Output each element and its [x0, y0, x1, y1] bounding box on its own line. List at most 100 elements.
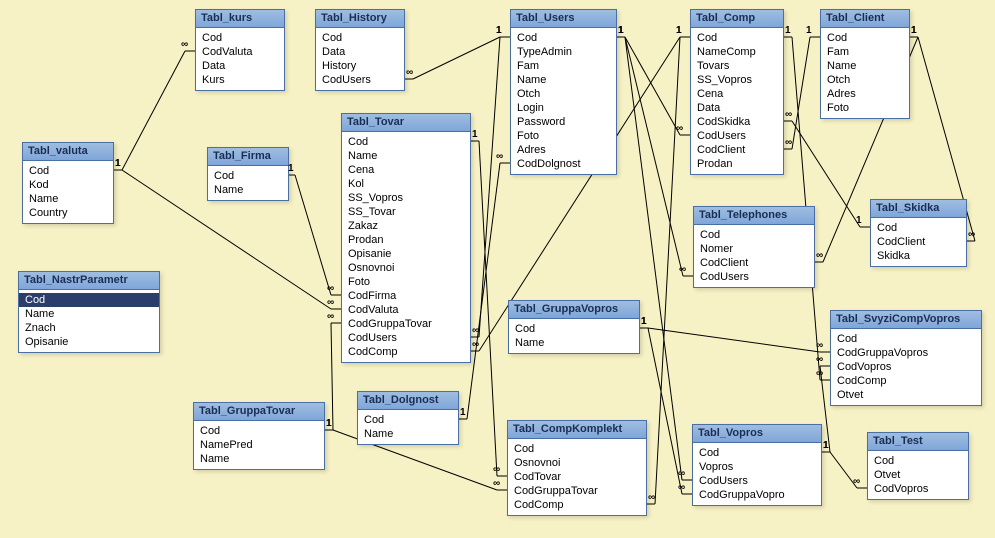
field[interactable]: Name: [23, 192, 113, 206]
field[interactable]: CodUsers: [693, 474, 821, 488]
field[interactable]: Kol: [342, 177, 470, 191]
field[interactable]: Name: [821, 59, 909, 73]
field[interactable]: Fam: [511, 59, 616, 73]
field[interactable]: CodClient: [691, 143, 783, 157]
field[interactable]: CodFirma: [342, 289, 470, 303]
field[interactable]: CodUsers: [316, 73, 404, 87]
field[interactable]: Osnovnoi: [342, 261, 470, 275]
field[interactable]: Name: [19, 307, 159, 321]
field[interactable]: Cod: [691, 31, 783, 45]
field[interactable]: Cod: [358, 413, 458, 427]
field[interactable]: CodVopros: [868, 482, 968, 496]
field[interactable]: CodGruppaVopro: [693, 488, 821, 502]
field[interactable]: CodGruppaTovar: [508, 484, 646, 498]
field[interactable]: CodValuta: [196, 45, 284, 59]
table-title[interactable]: Tabl_SvyziCompVopros: [831, 311, 981, 329]
field[interactable]: CodComp: [342, 345, 470, 359]
field[interactable]: Otch: [511, 87, 616, 101]
field[interactable]: Cod: [693, 446, 821, 460]
field[interactable]: Nomer: [694, 242, 814, 256]
field[interactable]: NameComp: [691, 45, 783, 59]
field[interactable]: CodTovar: [508, 470, 646, 484]
field[interactable]: Data: [691, 101, 783, 115]
field[interactable]: Otvet: [868, 468, 968, 482]
table-title[interactable]: Tabl_Vopros: [693, 425, 821, 443]
table-users[interactable]: Tabl_UsersCodTypeAdminFamNameOtchLoginPa…: [510, 9, 617, 175]
field[interactable]: Prodan: [691, 157, 783, 171]
field[interactable]: Cod: [194, 424, 324, 438]
field[interactable]: History: [316, 59, 404, 73]
table-title[interactable]: Tabl_Dolgnost: [358, 392, 458, 410]
field[interactable]: Otvet: [831, 388, 981, 402]
field[interactable]: Vopros: [693, 460, 821, 474]
table-title[interactable]: Tabl_GruppaTovar: [194, 403, 324, 421]
field[interactable]: Adres: [821, 87, 909, 101]
field[interactable]: Cod: [694, 228, 814, 242]
field[interactable]: NamePred: [194, 438, 324, 452]
table-title[interactable]: Tabl_Skidka: [871, 200, 966, 218]
field[interactable]: Name: [358, 427, 458, 441]
table-gruppatovar[interactable]: Tabl_GruppaTovar CodNamePredName: [193, 402, 325, 470]
field[interactable]: CodGruppaVopros: [831, 346, 981, 360]
field[interactable]: Foto: [821, 101, 909, 115]
field[interactable]: Cod: [868, 454, 968, 468]
table-title[interactable]: Tabl_Test: [868, 433, 968, 451]
field[interactable]: Login: [511, 101, 616, 115]
field[interactable]: CodUsers: [691, 129, 783, 143]
field[interactable]: Kurs: [196, 73, 284, 87]
table-title[interactable]: Tabl_Users: [511, 10, 616, 28]
table-gruppavopros[interactable]: Tabl_GruppaVoprosCodName: [508, 300, 640, 354]
field[interactable]: Cod: [19, 293, 159, 307]
table-skidka[interactable]: Tabl_SkidkaCodCodClientSkidka: [870, 199, 967, 267]
field[interactable]: Foto: [511, 129, 616, 143]
table-title[interactable]: Tabl_valuta: [23, 143, 113, 161]
field[interactable]: Znach: [19, 321, 159, 335]
table-title[interactable]: Tabl_CompKomplekt: [508, 421, 646, 439]
field[interactable]: Fam: [821, 45, 909, 59]
field[interactable]: Name: [194, 452, 324, 466]
table-telephones[interactable]: Tabl_TelephonesCodNomerCodClientCodUsers: [693, 206, 815, 288]
table-title[interactable]: Tabl_GruppaVopros: [509, 301, 639, 319]
field[interactable]: Opisanie: [19, 335, 159, 349]
field[interactable]: Cod: [23, 164, 113, 178]
table-nastr[interactable]: Tabl_NastrParametr CodNameZnachOpisanie: [18, 271, 160, 353]
field[interactable]: CodGruppaTovar: [342, 317, 470, 331]
field[interactable]: Name: [342, 149, 470, 163]
field[interactable]: Skidka: [871, 249, 966, 263]
table-title[interactable]: Tabl_Telephones: [694, 207, 814, 225]
field[interactable]: Kod: [23, 178, 113, 192]
table-valuta[interactable]: Tabl_valuta CodKodNameCountry: [22, 142, 114, 224]
field[interactable]: Otch: [821, 73, 909, 87]
field[interactable]: CodUsers: [694, 270, 814, 284]
table-title[interactable]: Tabl_Client: [821, 10, 909, 28]
field[interactable]: Cod: [508, 442, 646, 456]
field[interactable]: Cod: [821, 31, 909, 45]
field[interactable]: Name: [208, 183, 288, 197]
field[interactable]: Cod: [316, 31, 404, 45]
table-svyzi[interactable]: Tabl_SvyziCompVopros CodCodGruppaVopros Co…: [830, 310, 982, 406]
table-history[interactable]: Tabl_HistoryCodDataHistoryCodUsers: [315, 9, 405, 91]
table-client[interactable]: Tabl_Client CodFamNameOtchAdresFoto: [820, 9, 910, 119]
table-compkomplekt[interactable]: Tabl_CompKomplektCodOsnovnoiCodTovarCodG…: [507, 420, 647, 516]
field[interactable]: CodDolgnost: [511, 157, 616, 171]
field[interactable]: Cod: [511, 31, 616, 45]
field[interactable]: Cod: [509, 322, 639, 336]
table-title[interactable]: Tabl_Tovar: [342, 114, 470, 132]
field[interactable]: Cena: [691, 87, 783, 101]
field[interactable]: Prodan: [342, 233, 470, 247]
table-kurs[interactable]: Tabl_kursCodCodValutaDataKurs: [195, 9, 285, 91]
field[interactable]: Cod: [871, 221, 966, 235]
table-title[interactable]: Tabl_NastrParametr: [19, 272, 159, 290]
field[interactable]: Tovars: [691, 59, 783, 73]
table-test[interactable]: Tabl_Test CodOtvetCodVopros: [867, 432, 969, 500]
field[interactable]: SS_Vopros: [342, 191, 470, 205]
field[interactable]: Cod: [831, 332, 981, 346]
field[interactable]: Country: [23, 206, 113, 220]
field[interactable]: CodComp: [831, 374, 981, 388]
table-title[interactable]: Tabl_Firma: [208, 148, 288, 166]
field[interactable]: CodUsers: [342, 331, 470, 345]
field[interactable]: Zakaz: [342, 219, 470, 233]
table-tovar[interactable]: Tabl_TovarCodNameCenaKolSS_VoprosSS_Tova…: [341, 113, 471, 363]
field[interactable]: Data: [316, 45, 404, 59]
field[interactable]: Adres: [511, 143, 616, 157]
